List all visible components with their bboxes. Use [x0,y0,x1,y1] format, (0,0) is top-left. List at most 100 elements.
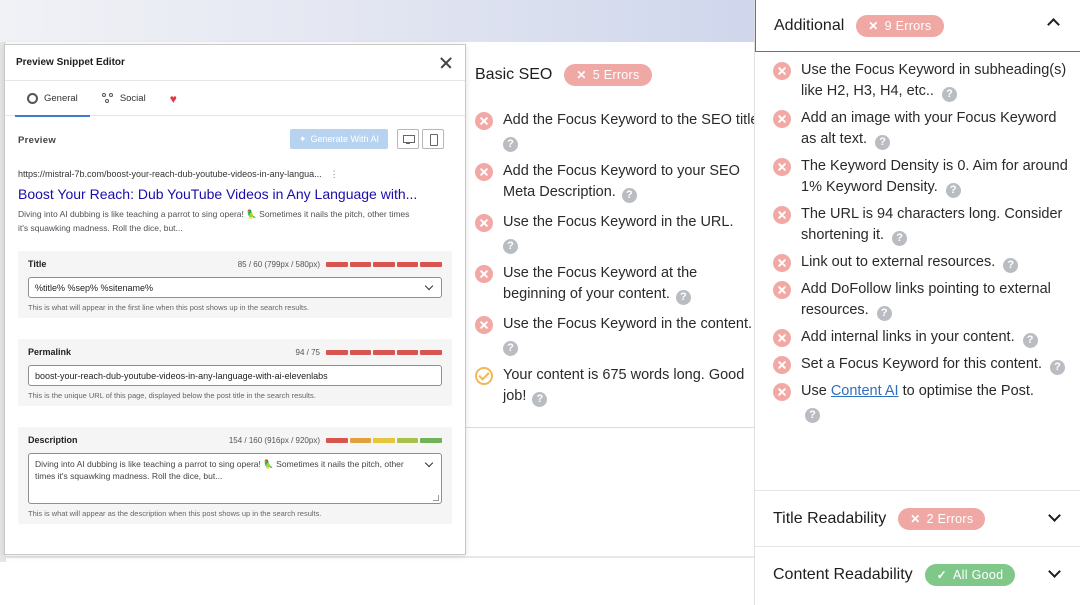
meter-segment [326,262,348,267]
title-char-count: 85 / 60 (799px / 580px) [237,260,320,269]
share-icon [101,93,114,104]
check-item-text: The URL is 94 characters long. Consider … [801,206,1063,243]
permalink-input[interactable]: boost-your-reach-dub-youtube-videos-in-a… [28,365,442,386]
check-item-text: Use [801,383,831,399]
help-icon[interactable]: ? [1050,360,1066,375]
basic-seo-check-item: Use the Focus Keyword in the URL.? [475,212,756,254]
additional-check-item: Link out to external resources. ? [773,252,1069,273]
meter-segment [349,350,372,355]
help-icon[interactable]: ? [532,392,548,407]
description-help-text: This is what will appear as the descript… [28,509,322,518]
permalink-field-label: Permalink [28,347,72,357]
content-readability-title: Content Readability [773,565,913,583]
chevron-up-icon[interactable] [1047,18,1060,31]
desktop-preview-button[interactable] [397,129,419,149]
meter-segment [396,350,419,355]
meter-segment [326,438,348,443]
additional-check-item: The URL is 94 characters long. Consider … [773,204,1069,246]
help-icon[interactable]: ? [875,135,891,150]
basic-seo-check-item: Add the Focus Keyword to the SEO title? [475,110,756,152]
check-item-text: The Keyword Density is 0. Aim for around… [801,158,1068,195]
sparkle-icon: ✦ [298,133,307,144]
description-textarea[interactable]: Diving into AI dubbing is like teaching … [28,453,442,504]
basic-seo-check-item: Your content is 675 words long. Good job!… [475,365,756,407]
help-icon[interactable]: ? [503,239,518,254]
help-icon[interactable]: ? [876,306,892,321]
close-icon[interactable] [439,56,453,70]
preview-snippet-editor-modal: Preview Snippet Editor General Social ♥ … [4,44,466,555]
additional-check-item: Set a Focus Keyword for this content. ? [773,354,1069,375]
help-icon[interactable]: ? [503,137,518,152]
additional-section-header[interactable]: Additional ✕ 9 Errors [755,0,1080,52]
title-input[interactable]: %title% %sep% %sitename% [28,277,442,298]
content-readability-badge: ✓ All Good [924,563,1016,586]
help-icon[interactable]: ? [945,183,961,198]
permalink-char-count: 94 / 75 [295,348,320,357]
meter-segment [396,262,419,267]
additional-error-badge: ✕ 9 Errors [856,14,944,37]
additional-check-item: Add internal links in your content. ? [773,327,1069,348]
modal-title: Preview Snippet Editor [16,57,125,68]
resize-handle[interactable] [433,495,439,501]
basic-seo-header[interactable]: Basic SEO ✕ 5 Errors [475,64,652,86]
modal-tabs: General Social ♥ [5,81,465,117]
additional-checklist: Use the Focus Keyword in subheading(s) l… [773,60,1069,429]
description-field-group: Description 154 / 160 (916px / 920px) Di… [18,427,452,524]
tab-social[interactable]: Social [90,81,158,116]
check-item-text: beginning of your content. [503,286,670,302]
help-icon[interactable]: ? [1022,333,1038,348]
help-icon[interactable]: ? [942,87,957,102]
title-field-label: Title [28,259,47,269]
error-circle-icon [475,163,493,181]
meter-segment [420,350,442,355]
check-item-text: to optimise the Post. [898,383,1034,399]
check-item-text: Set a Focus Keyword for this content. [801,356,1042,372]
mobile-preview-button[interactable] [422,129,444,149]
check-item-text: Link out to external resources. [801,254,996,270]
generate-with-ai-button[interactable]: ✦ Generate With AI [289,129,388,149]
chevron-down-icon[interactable] [424,281,434,291]
additional-title: Additional [774,16,845,34]
snippet-title[interactable]: Boost Your Reach: Dub YouTube Videos in … [18,186,417,202]
content-readability-section[interactable]: Content Readability ✓ All Good [755,546,1080,602]
help-icon[interactable]: ? [892,231,908,246]
snippet-description: Diving into AI dubbing is like teaching … [18,209,410,233]
error-circle-icon [773,62,791,80]
meter-segment [373,438,395,443]
chevron-down-icon[interactable] [1048,565,1061,578]
title-readability-title: Title Readability [773,509,887,527]
error-circle-icon [773,281,791,299]
meter-segment [373,262,395,267]
additional-check-item: Use the Focus Keyword in subheading(s) l… [773,60,1069,102]
page-background-header [0,0,760,42]
help-icon[interactable]: ? [503,341,518,356]
x-icon: ✕ [868,18,879,33]
check-circle-icon [475,367,493,385]
title-readability-section[interactable]: Title Readability ✕ 2 Errors [755,490,1080,546]
preview-label: Preview [18,134,57,146]
help-icon[interactable]: ? [1003,258,1019,273]
error-circle-icon [773,254,791,272]
help-icon[interactable]: ? [805,408,820,423]
title-length-meter [326,262,442,267]
help-icon[interactable]: ? [675,290,691,305]
more-icon[interactable]: ⋮ [330,169,339,179]
check-item-text: Add DoFollow links pointing to external … [801,281,1051,318]
tab-favorites[interactable]: ♥ [158,81,189,116]
basic-seo-error-badge: ✕ 5 Errors [564,64,652,86]
title-readability-badge: ✕ 2 Errors [898,507,986,530]
check-item-text: Add internal links in your content. [801,329,1015,345]
basic-seo-checklist: Add the Focus Keyword to the SEO title? A… [475,110,756,416]
tab-general[interactable]: General [15,81,90,117]
check-item-text: Add an image with your Focus Keyword as … [801,110,1057,147]
check-item-text: Add the Focus Keyword to the SEO title [503,112,756,128]
check-icon: ✓ [936,567,947,582]
chevron-down-icon[interactable] [424,458,434,468]
check-item-text: Your content is 675 words long. Good [503,367,745,383]
help-icon[interactable]: ? [621,188,637,203]
basic-seo-panel: Basic SEO ✕ 5 Errors Add the Focus Keywo… [456,44,756,428]
check-item-text: Use the Focus Keyword in the content. [503,316,753,332]
content-ai-link[interactable]: Content AI [831,383,899,399]
basic-seo-check-item: Add the Focus Keyword to your SEO Meta De… [475,161,756,203]
chevron-down-icon[interactable] [1048,509,1061,522]
